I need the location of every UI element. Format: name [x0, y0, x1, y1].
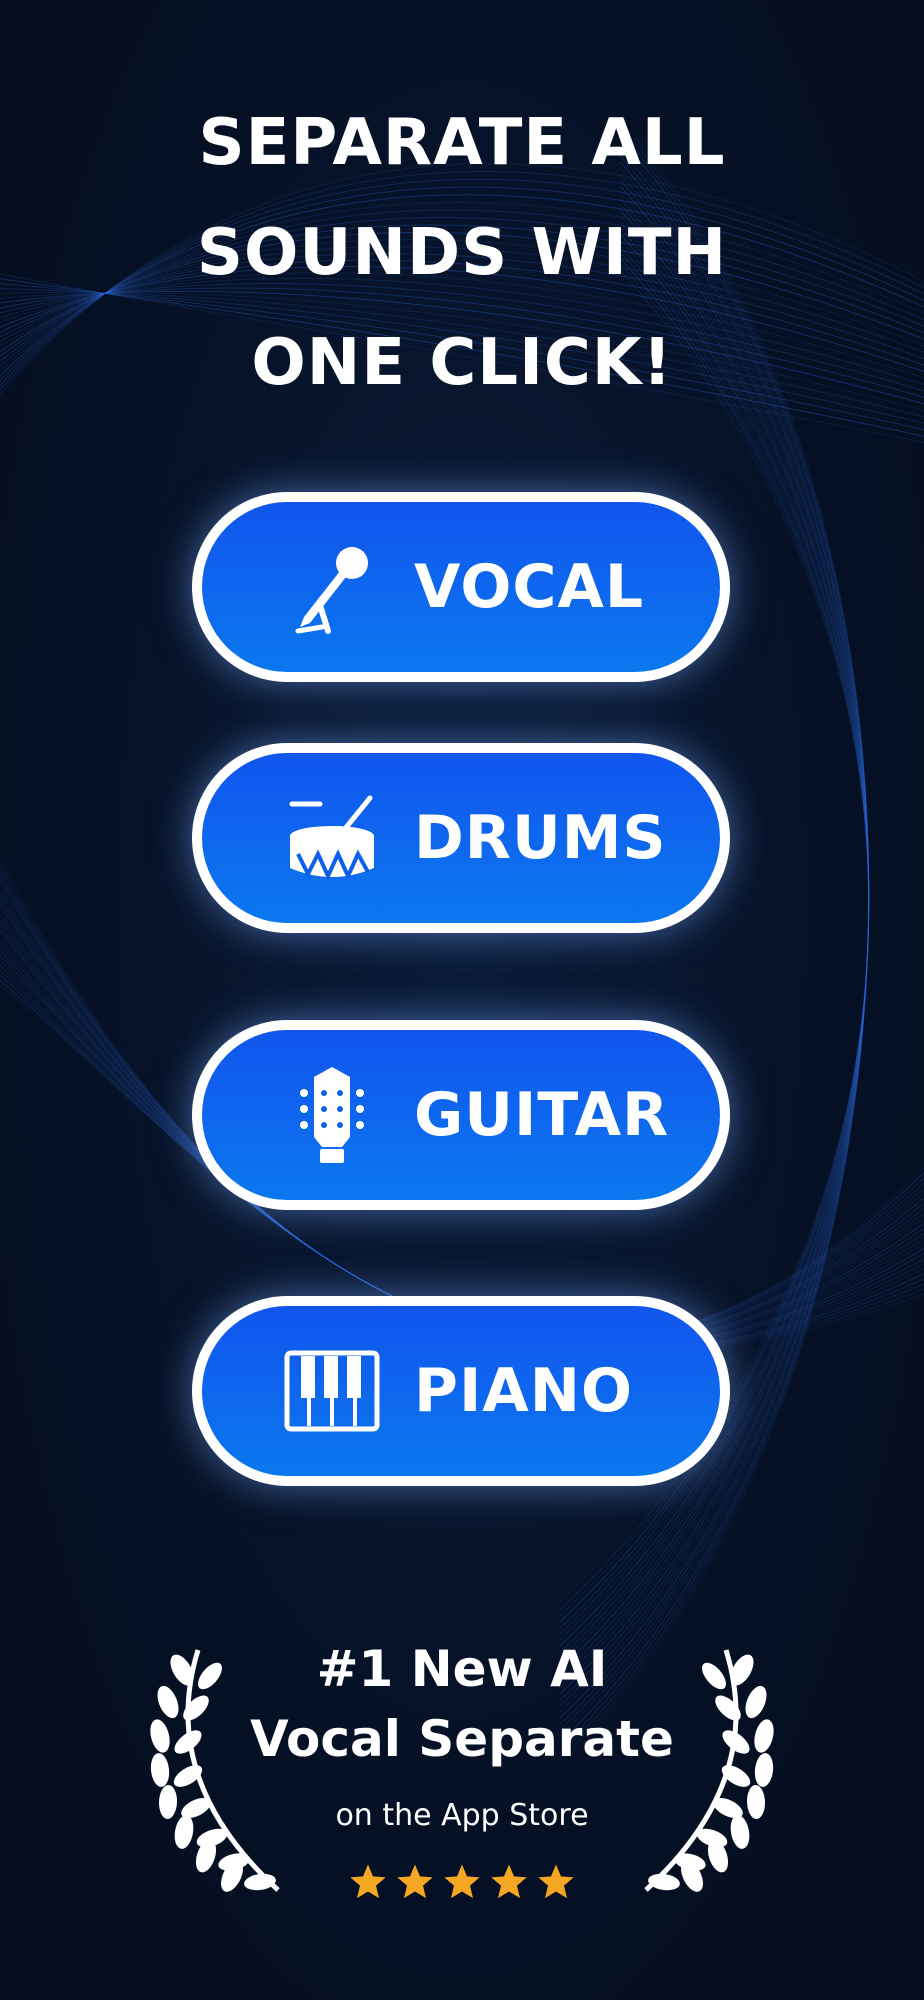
- piano-button[interactable]: PIANO: [192, 1296, 730, 1486]
- guitar-headstock-icon: [272, 1055, 392, 1175]
- headline: SEPARATE ALL SOUNDS WITH ONE CLICK!: [0, 88, 924, 418]
- star-icon: [350, 1864, 386, 1899]
- guitar-label: GUITAR: [414, 1080, 670, 1150]
- microphone-icon: [272, 527, 392, 647]
- piano-label: PIANO: [414, 1356, 633, 1426]
- award-subtitle: Vocal Separate: [250, 1710, 674, 1768]
- award-caption: on the App Store: [335, 1798, 589, 1833]
- drums-label: DRUMS: [414, 803, 667, 873]
- drum-icon: [272, 778, 392, 898]
- star-rating: [348, 1862, 576, 1908]
- headline-line-1: SEPARATE ALL: [198, 106, 726, 180]
- award-badge: #1 New AI Vocal Separate on the App Stor…: [0, 1640, 924, 1920]
- drums-button[interactable]: DRUMS: [192, 743, 730, 933]
- star-icon: [538, 1864, 574, 1899]
- guitar-button[interactable]: GUITAR: [192, 1020, 730, 1210]
- star-icon: [444, 1864, 480, 1899]
- headline-line-3: ONE CLICK!: [251, 326, 673, 400]
- headline-line-2: SOUNDS WITH: [196, 216, 728, 290]
- star-icon: [397, 1864, 433, 1899]
- vocal-label: VOCAL: [414, 552, 645, 622]
- award-title: #1 New AI: [316, 1640, 608, 1698]
- piano-keys-icon: [272, 1331, 392, 1451]
- star-icon: [491, 1864, 527, 1899]
- vocal-button[interactable]: VOCAL: [192, 492, 730, 682]
